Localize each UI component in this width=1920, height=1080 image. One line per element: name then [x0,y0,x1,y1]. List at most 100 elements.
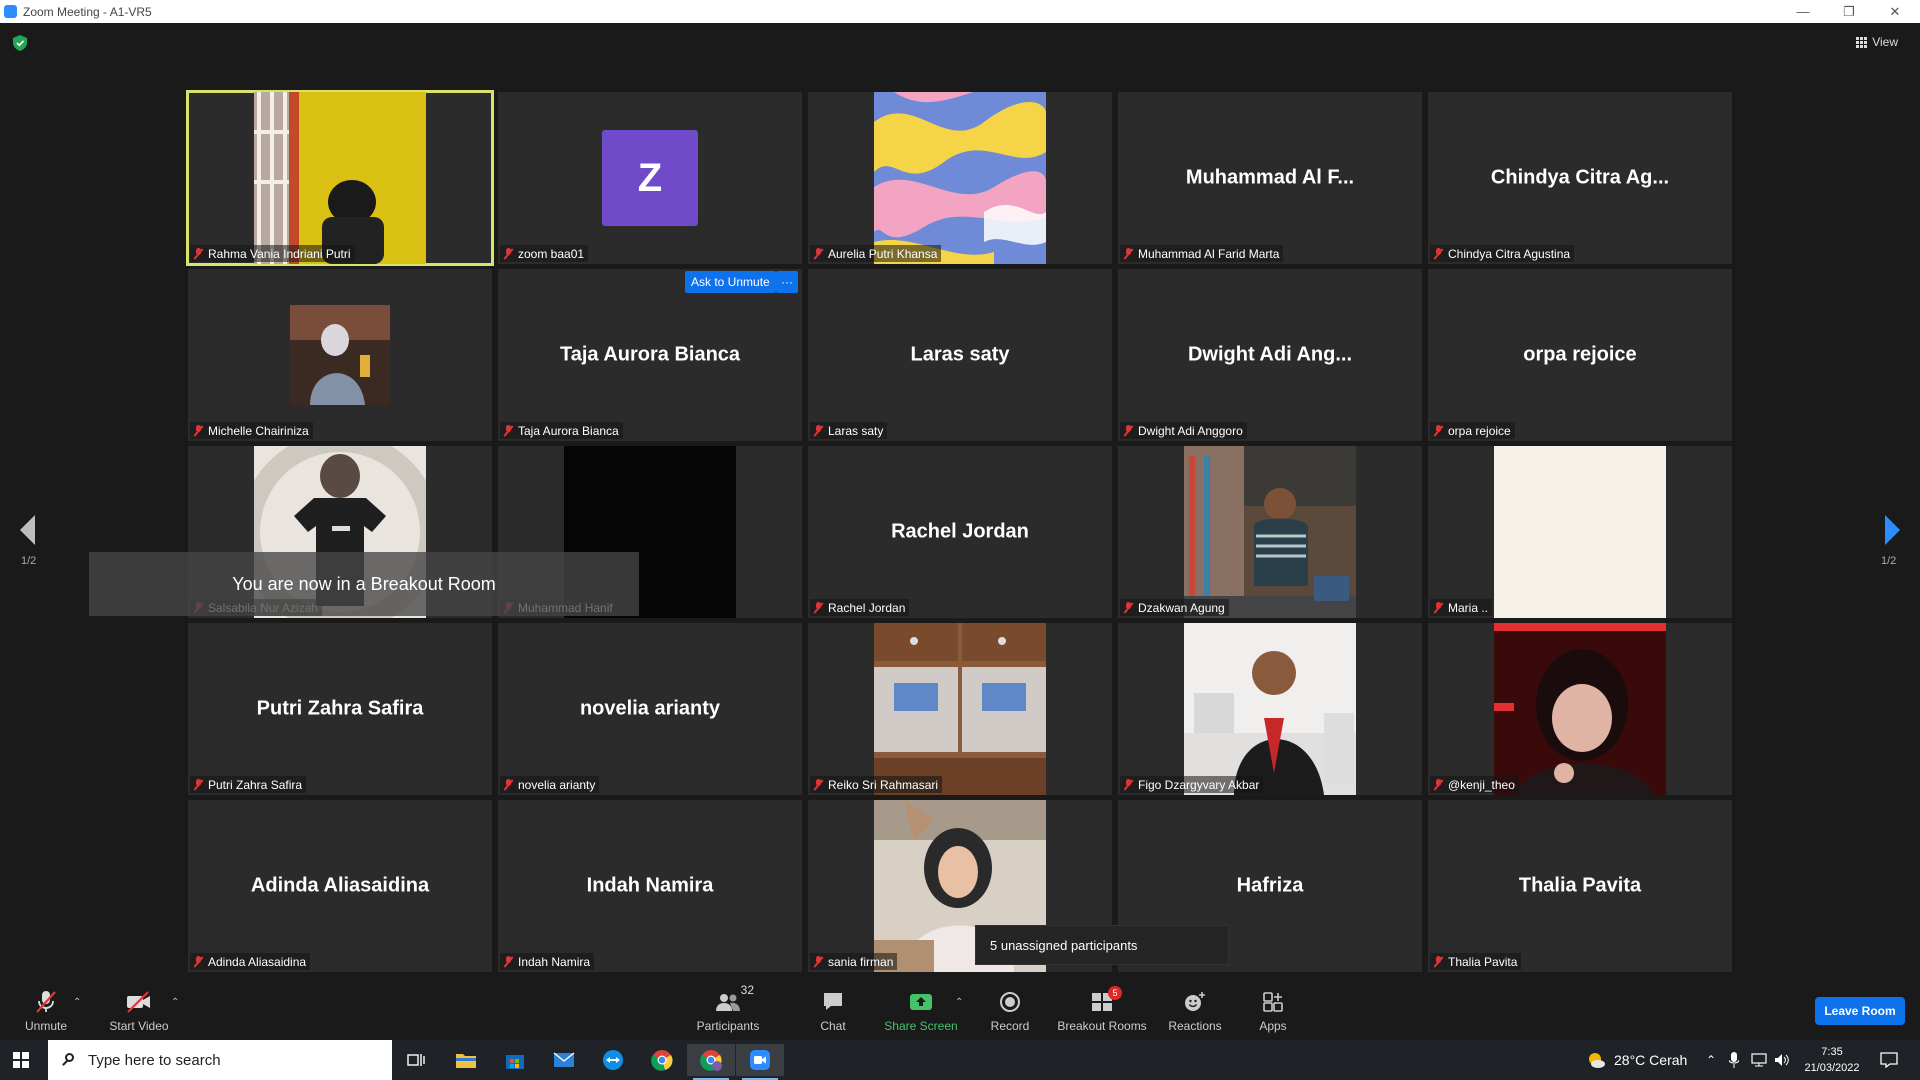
share-options-chevron-icon[interactable]: ⌃ [955,997,963,1008]
video-options-chevron-icon[interactable]: ⌃ [171,997,179,1008]
participant-tile[interactable]: Thalia Pavita Thalia Pavita [1428,800,1732,972]
muted-mic-icon [503,955,514,968]
chrome-profile-icon[interactable] [687,1044,735,1080]
participant-tile[interactable]: Reiko Sri Rahmasari [808,623,1112,795]
participant-video-feed [290,305,390,405]
participant-tile[interactable]: Taja Aurora Bianca Taja Aurora Bianca [498,269,802,441]
leave-room-button[interactable]: Leave Room [1815,997,1905,1025]
participant-tile[interactable]: Dzakwan Agung [1118,446,1422,618]
muted-mic-icon [32,989,60,1015]
participant-video-feed [1184,623,1356,795]
volume-tray-icon[interactable] [1774,1040,1790,1080]
muted-mic-icon [813,247,824,260]
show-hidden-icons-chevron-icon[interactable]: ⌃ [1706,1040,1716,1080]
audio-options-chevron-icon[interactable]: ⌃ [73,997,81,1008]
reactions-button[interactable]: Reactions [1163,973,1227,1040]
participant-name: novelia arianty [518,777,596,792]
participant-avatar: Z [602,130,698,226]
clock-date: 21/03/2022 [1804,1062,1860,1074]
participant-tile[interactable]: Chindya Citra Ag... Chindya Citra Agustin… [1428,92,1732,264]
participant-name-tag: Thalia Pavita [1430,953,1522,970]
page-indicator-right: 1/2 [1881,555,1897,567]
microphone-tray-icon[interactable] [1729,1040,1739,1080]
participant-tile[interactable]: Maria .. [1428,446,1732,618]
participant-name-tag: Adinda Aliasaidina [190,953,311,970]
notifications-icon[interactable] [1880,1040,1898,1080]
participant-name: Maria .. [1448,600,1489,615]
participant-name-tag: zoom baa01 [500,245,589,262]
record-button[interactable]: Record [980,973,1040,1040]
microsoft-store-icon[interactable] [491,1044,539,1076]
participant-tile[interactable]: Zzoom baa01 [498,92,802,264]
participant-name: Laras saty [828,423,884,438]
muted-mic-icon [1433,955,1444,968]
apps-icon [1259,989,1287,1015]
view-button[interactable]: View [1856,35,1898,49]
participant-name-tag: novelia arianty [500,776,600,793]
chat-icon [819,989,847,1015]
ask-to-unmute-button[interactable]: Ask to Unmute [685,271,776,293]
participant-name: Figo Dzargyvary Akbar [1138,777,1260,792]
more-options-button[interactable]: ··· [776,271,798,293]
participant-tile[interactable]: Indah Namira Indah Namira [498,800,802,972]
participant-tile[interactable]: Muhammad Al F... Muhammad Al Farid Marta [1118,92,1422,264]
participant-tile[interactable]: Michelle Chairiniza [188,269,492,441]
muted-mic-icon [1123,424,1134,437]
participant-display-name: novelia arianty [579,697,721,720]
participant-tile[interactable]: orpa rejoice orpa rejoice [1428,269,1732,441]
previous-page-arrow-icon[interactable] [20,515,35,545]
participants-count: 32 [740,983,754,997]
participant-name-tag: Indah Namira [500,953,595,970]
participant-name-tag: @kenji_theo [1430,776,1519,793]
mail-icon[interactable] [540,1044,588,1076]
participant-tile[interactable]: Figo Dzargyvary Akbar [1118,623,1422,795]
participant-tile[interactable]: Putri Zahra Safira Putri Zahra Safira [188,623,492,795]
file-explorer-icon[interactable] [442,1044,490,1076]
task-view-icon[interactable] [392,1044,440,1076]
breakout-rooms-button[interactable]: 5 Breakout Rooms [1054,973,1150,1040]
window-title: Zoom Meeting - A1-VR5 [23,4,152,19]
start-video-button[interactable]: Start Video [104,973,174,1040]
breakout-rooms-label: Breakout Rooms [1057,1019,1147,1033]
muted-mic-icon [1433,424,1444,437]
participant-name: Taja Aurora Bianca [518,423,619,438]
share-screen-icon [907,989,935,1015]
taskbar-clock[interactable]: 7:35 21/03/2022 [1796,1044,1868,1076]
participant-name-tag: Taja Aurora Bianca [500,422,623,439]
next-page-arrow-icon[interactable] [1885,515,1900,545]
participant-tile[interactable]: Dwight Adi Ang... Dwight Adi Anggoro [1118,269,1422,441]
participant-name: Chindya Citra Agustina [1448,246,1571,261]
chrome-icon[interactable] [638,1044,686,1076]
participant-tile[interactable]: @kenji_theo [1428,623,1732,795]
participant-display-name: Thalia Pavita [1518,874,1642,897]
participants-button[interactable]: 32 Participants [690,973,766,1040]
participant-tile[interactable]: Laras saty Laras saty [808,269,1112,441]
participant-name: Rahma Vania Indriani Putri [208,246,351,261]
weather-sun-cloud-icon [1589,1053,1605,1068]
windows-start-icon[interactable] [13,1052,29,1068]
participant-name-tag: orpa rejoice [1430,422,1515,439]
participant-video-feed [1494,446,1666,618]
weather-widget[interactable]: 28°C Cerah [1586,1040,1687,1080]
restore-icon[interactable]: ❐ [1826,0,1872,23]
zoom-logo-icon [4,5,17,18]
close-icon[interactable]: ✕ [1872,0,1918,23]
apps-button[interactable]: Apps [1248,973,1298,1040]
taskbar-search-box[interactable]: Type here to search [48,1040,392,1080]
participant-tile[interactable]: novelia arianty novelia arianty [498,623,802,795]
share-screen-button[interactable]: Share Screen [882,973,960,1040]
teamviewer-icon[interactable] [589,1044,637,1076]
participant-tile[interactable]: Rachel Jordan Rachel Jordan [808,446,1112,618]
chat-button[interactable]: Chat [805,973,861,1040]
participant-tile[interactable]: Aurelia Putri Khansa [808,92,1112,264]
minimize-icon[interactable]: — [1780,0,1826,23]
zoom-app-icon[interactable] [736,1044,784,1080]
unmute-button[interactable]: Unmute [16,973,76,1040]
participant-tile[interactable]: Rahma Vania Indriani Putri [186,90,494,266]
network-tray-icon[interactable] [1751,1040,1767,1080]
participant-display-name: Hafriza [1236,874,1304,897]
participant-name: Muhammad Al Farid Marta [1138,246,1280,261]
participant-name-tag: Dzakwan Agung [1120,599,1229,616]
participant-tile[interactable]: Adinda Aliasaidina Adinda Aliasaidina [188,800,492,972]
encryption-shield-icon[interactable] [13,35,27,51]
